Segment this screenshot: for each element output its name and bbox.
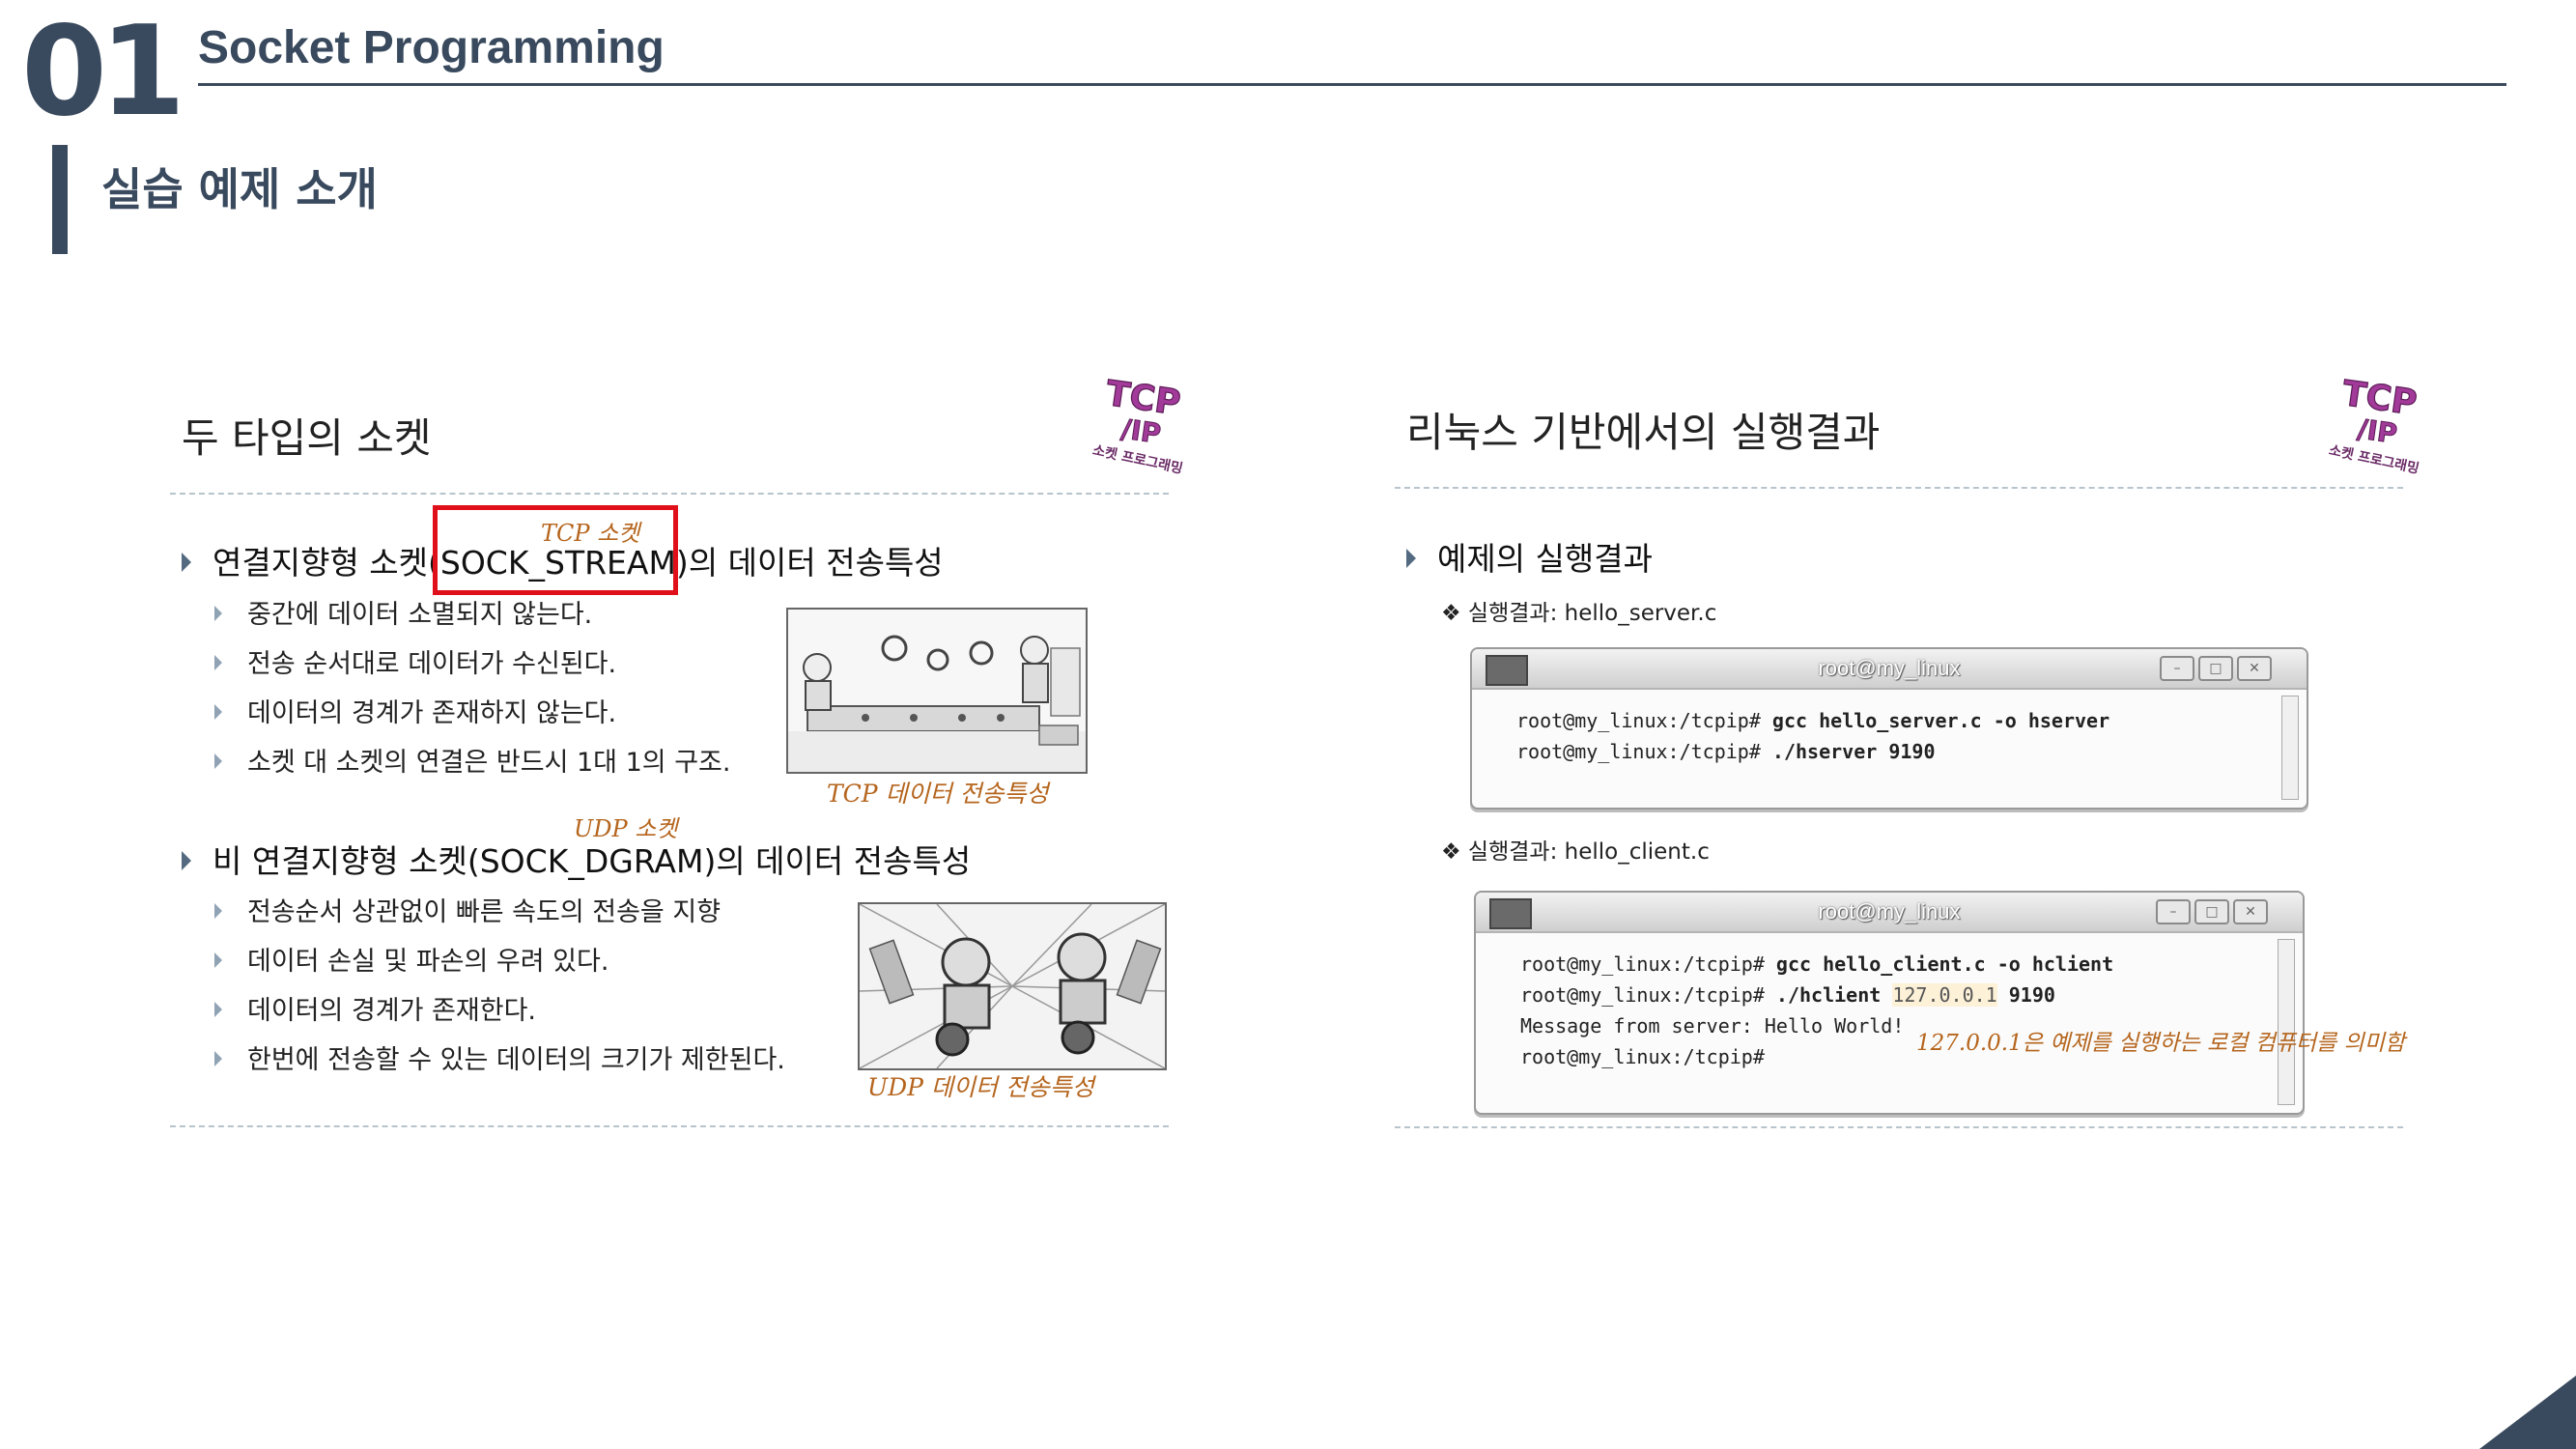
ip-highlight: 127.0.0.1 <box>1892 983 1997 1007</box>
slide-number: 01 <box>21 0 185 144</box>
sock-stream-highlight-box <box>433 505 678 595</box>
sub-bullet-icon <box>214 605 222 621</box>
tcp-cartoon-caption: TCP 데이터 전송특성 <box>827 780 1049 808</box>
tcp-item: 중간에 데이터 소멸되지 않는다. <box>214 593 592 631</box>
close-icon[interactable]: ✕ <box>2237 656 2272 681</box>
sub-bullet-icon <box>214 902 222 919</box>
client-result-label: ❖ 실행결과: hello_client.c <box>1441 839 1710 865</box>
udp-cartoon-caption: UDP 데이터 전송특성 <box>867 1073 1094 1101</box>
right-panel-title: 리눅스 기반에서의 실행결과 <box>1406 409 1881 456</box>
sub-bullet-icon <box>214 1001 222 1017</box>
tcp-cartoon-drawing <box>788 610 1086 772</box>
terminal-title-bar: root@my_linux – □ ✕ <box>1472 649 2307 690</box>
slide-subtitle: 실습 예제 소개 <box>101 163 378 215</box>
udp-item: 데이터의 경계가 존재한다. <box>214 989 536 1027</box>
left-divider-bottom <box>170 1125 1169 1127</box>
title-rule <box>198 83 2506 86</box>
left-divider-top <box>170 493 1169 495</box>
udp-item: 전송순서 상관없이 빠른 속도의 전송을 지향 <box>214 891 721 928</box>
subtitle-bar <box>52 145 68 254</box>
tcpip-logo-icon: TCP /IP 소켓 프로그래밍 <box>2328 373 2421 476</box>
terminal-scrollbar[interactable] <box>2281 696 2299 800</box>
terminal-line: root@my_linux:/tcpip# gcc hello_server.c… <box>1516 709 2110 732</box>
terminal-line: root@my_linux:/tcpip# ./hserver 9190 <box>1516 740 1936 763</box>
right-divider-top <box>1395 487 2403 489</box>
slide-title: Socket Programming <box>198 22 665 73</box>
corner-accent <box>2479 1376 2576 1449</box>
sub-bullet-icon <box>214 703 222 720</box>
localhost-annotation: 127.0.0.1은 예제를 실행하는 로컬 컴퓨터를 의미함 <box>1916 1031 2406 1056</box>
results-bullet: 예제의 실행결과 <box>1406 533 1653 580</box>
bullet-arrow-icon <box>1406 548 1416 568</box>
tcp-item: 데이터의 경계가 존재하지 않는다. <box>214 692 616 729</box>
minimize-icon[interactable]: – <box>2156 899 2191 924</box>
server-terminal-window: root@my_linux – □ ✕ root@my_linux:/tcpip# … <box>1470 647 2308 810</box>
tcpip-logo-icon: TCP /IP 소켓 프로그래밍 <box>1091 373 1185 476</box>
terminal-title-bar: root@my_linux – □ ✕ <box>1476 893 2303 933</box>
tcp-item: 소켓 대 소켓의 연결은 반드시 1대 1의 구조. <box>214 741 730 779</box>
terminal-scrollbar[interactable] <box>2278 939 2295 1105</box>
svg-text:소켓 프로그래밍: 소켓 프로그래밍 <box>1091 441 1185 476</box>
left-panel-title: 두 타입의 소켓 <box>182 414 432 462</box>
svg-text:소켓 프로그래밍: 소켓 프로그래밍 <box>2328 441 2421 476</box>
server-result-label: ❖ 실행결과: hello_server.c <box>1441 601 1717 626</box>
udp-cartoon-image <box>858 902 1167 1070</box>
svg-text:/IP: /IP <box>2356 412 2399 449</box>
tcp-cartoon-image <box>786 608 1088 774</box>
client-terminal-window: root@my_linux – □ ✕ root@my_linux:/tcpip# … <box>1474 891 2305 1115</box>
bullet-arrow-icon <box>182 552 191 572</box>
maximize-icon[interactable]: □ <box>2194 899 2229 924</box>
right-divider-bottom <box>1395 1126 2403 1128</box>
tcp-item: 전송 순서대로 데이터가 수신된다. <box>214 642 616 680</box>
sub-bullet-icon <box>214 952 222 968</box>
svg-text:/IP: /IP <box>1119 412 1163 449</box>
udp-item: 한번에 전송할 수 있는 데이터의 크기가 제한된다. <box>214 1038 785 1076</box>
sub-bullet-icon <box>214 753 222 769</box>
maximize-icon[interactable]: □ <box>2198 656 2233 681</box>
close-icon[interactable]: ✕ <box>2233 899 2268 924</box>
sub-bullet-icon <box>214 1050 222 1066</box>
sub-bullet-icon <box>214 654 222 670</box>
terminal-line: root@my_linux:/tcpip# gcc hello_client.c… <box>1520 952 2114 976</box>
udp-cartoon-drawing <box>860 904 1165 1068</box>
minimize-icon[interactable]: – <box>2160 656 2194 681</box>
terminal-line: root@my_linux:/tcpip# ./hclient 127.0.0.… <box>1520 983 2055 1007</box>
udp-item: 데이터 손실 및 파손의 우려 있다. <box>214 940 609 978</box>
udp-heading: 비 연결지향형 소켓(SOCK_DGRAM)의 데이터 전송특성 <box>182 836 971 882</box>
bullet-arrow-icon <box>182 850 191 870</box>
